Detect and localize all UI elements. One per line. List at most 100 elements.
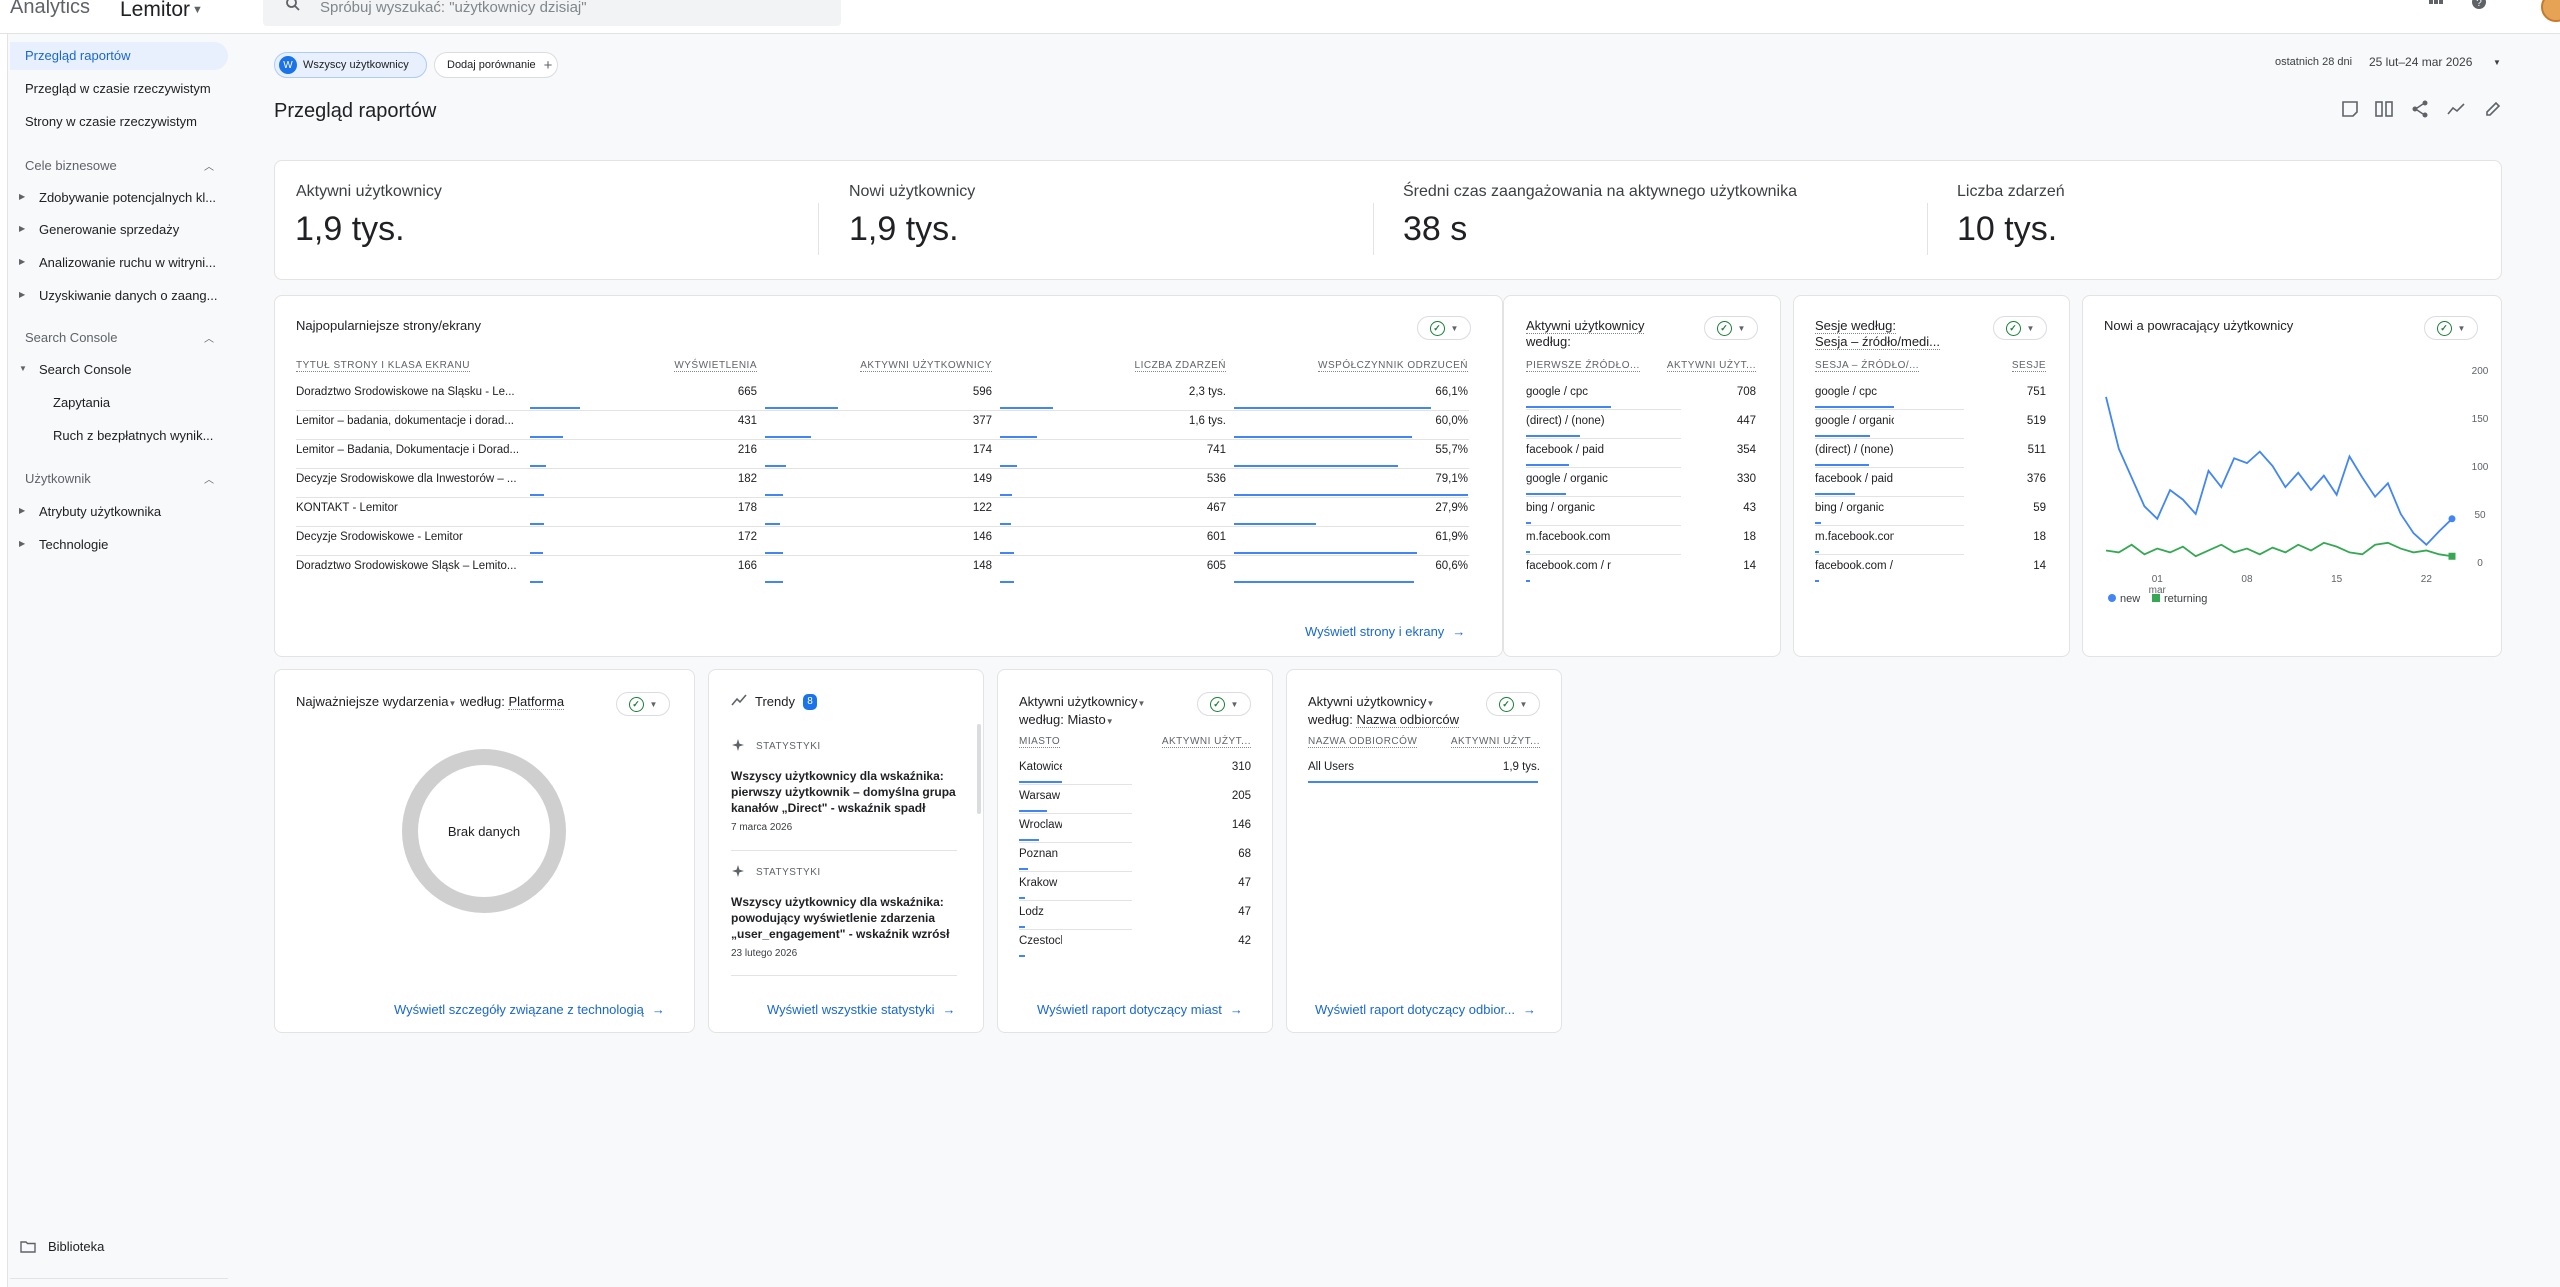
list-item-name[interactable]: facebook.com / refer... <box>1815 560 1894 572</box>
sidebar-item-organic-traffic[interactable]: Ruch z bezpłatnych wynik... <box>53 428 213 443</box>
status-dropdown[interactable]: ✓ ▼ <box>1704 316 1758 340</box>
list-item-name[interactable]: facebook / paid <box>1815 473 1894 485</box>
col-header-sessions[interactable]: SESJE <box>2011 360 2046 372</box>
list-item-name[interactable]: (direct) / (none) <box>1815 444 1894 456</box>
status-dropdown[interactable]: ✓ ▼ <box>616 692 670 716</box>
list-item-name[interactable]: Warsaw <box>1019 790 1062 802</box>
audience-title-dimension[interactable]: Nazwa odbiorców <box>1356 712 1460 728</box>
sidebar-item-realtime-pages[interactable]: Strony w czasie rzeczywistym <box>25 114 240 129</box>
col-header-active-users[interactable]: AKTYWNI UŻYT... <box>1666 360 1756 372</box>
expand-triangle-icon[interactable]: ▶ <box>19 257 25 266</box>
col-header-session-source[interactable]: SESJA – ŹRÓDŁO/... <box>1815 360 1920 372</box>
chevron-down-icon[interactable]: ▼ <box>1426 699 1434 708</box>
list-item-name[interactable]: Czestochowa <box>1019 935 1062 947</box>
page-title-cell[interactable]: Lemitor – badania, dokumentacje i dorad.… <box>296 415 521 427</box>
page-title-cell[interactable]: KONTAKT - Lemitor <box>296 502 521 514</box>
audience-title-metric[interactable]: Aktywni użytkownicy <box>1308 694 1426 709</box>
list-item-name[interactable]: Lodz <box>1019 906 1062 918</box>
status-dropdown[interactable]: ✓ ▼ <box>1993 316 2047 340</box>
all-users-chip[interactable]: W Wszyscy użytkownicy <box>274 52 427 78</box>
list-item-name[interactable]: m.facebook.com / re... <box>1526 531 1611 543</box>
list-item-name[interactable]: Poznan <box>1019 848 1062 860</box>
col-header-users[interactable]: AKTYWNI UŻYTKOWNICY <box>860 360 992 372</box>
view-audiences-link[interactable]: Wyświetl raport dotyczący odbior... → <box>1315 1002 1536 1017</box>
page-title-cell[interactable]: Decyzje Środowiskowe dla Inwestorów – ..… <box>296 473 521 485</box>
add-comparison-button[interactable]: Dodaj porównanie + <box>434 52 558 78</box>
status-dropdown[interactable]: ✓ ▼ <box>1486 692 1540 716</box>
expand-triangle-icon[interactable]: ▶ <box>19 539 25 548</box>
list-item-name[interactable]: Krakow <box>1019 877 1062 889</box>
compare-icon[interactable] <box>2373 98 2395 120</box>
insights-icon[interactable] <box>2445 98 2467 120</box>
expand-triangle-icon[interactable]: ▶ <box>19 224 25 233</box>
expand-triangle-icon[interactable]: ▶ <box>19 506 25 515</box>
col-header-title[interactable]: TYTUŁ STRONY I KLASA EKRANU <box>296 360 470 372</box>
search-input[interactable]: Spróbuj wyszukać: "użytkownicy dzisiaj" <box>263 0 841 26</box>
city-title-dimension[interactable]: Miasto <box>1067 712 1105 727</box>
page-title-cell[interactable]: Doradztwo Środowiskowe Śląsk – Lemito... <box>296 560 521 572</box>
col-header-active-users[interactable]: AKTYWNI UŻYT... <box>1450 736 1540 748</box>
section-search-console[interactable]: Search Console <box>25 330 118 345</box>
col-header-active-users[interactable]: AKTYWNI UŻYT... <box>1161 736 1251 748</box>
expand-triangle-icon[interactable]: ▶ <box>19 192 25 201</box>
section-user[interactable]: Użytkownik <box>25 471 91 486</box>
list-item-name[interactable]: (direct) / (none) <box>1526 415 1611 427</box>
list-item-name[interactable]: google / organic <box>1815 415 1894 427</box>
status-dropdown[interactable]: ✓ ▼ <box>1417 316 1471 340</box>
help-icon[interactable]: ? <box>2471 0 2487 10</box>
chevron-up-icon[interactable]: ︿ <box>204 471 214 486</box>
chevron-up-icon[interactable]: ︿ <box>204 330 214 345</box>
collapse-triangle-icon[interactable]: ▼ <box>19 364 27 373</box>
status-dropdown[interactable]: ✓ ▼ <box>2424 316 2478 340</box>
list-item-name[interactable]: google / organic <box>1526 473 1611 485</box>
page-title-cell[interactable]: Doradztwo Środowiskowe na Śląsku - Le... <box>296 386 521 398</box>
list-item-name[interactable]: bing / organic <box>1526 502 1611 514</box>
view-pages-link[interactable]: Wyświetl strony i ekrany → <box>1305 624 1465 639</box>
sidebar-item-reports-overview[interactable]: Przegląd raportów <box>10 42 228 70</box>
col-header-events[interactable]: LICZBA ZDARZEŃ <box>1134 360 1226 372</box>
col-header-views[interactable]: WYŚWIETLENIA <box>674 360 757 372</box>
sidebar-item-queries[interactable]: Zapytania <box>53 395 110 410</box>
chevron-down-icon[interactable]: ▼ <box>1106 717 1114 726</box>
insight-text[interactable]: Wszyscy użytkownicy dla wskaźnika: pierw… <box>731 768 956 816</box>
list-item-name[interactable]: Wroclaw <box>1019 819 1062 831</box>
edit-icon[interactable] <box>2482 98 2504 120</box>
date-range[interactable]: 25 lut–24 mar 2026 <box>2369 55 2472 69</box>
sidebar-item-search-console[interactable]: Search Console <box>39 362 227 377</box>
list-item-name[interactable]: google / cpc <box>1526 386 1611 398</box>
apps-grid-icon[interactable] <box>2428 0 2444 10</box>
sidebar-item-leads[interactable]: Zdobywanie potencjalnych kl... <box>39 190 227 205</box>
col-header-first-source[interactable]: PIERWSZE ŹRÓDŁO... <box>1526 360 1640 372</box>
chevron-down-icon[interactable]: ▼ <box>1137 699 1145 708</box>
expand-triangle-icon[interactable]: ▶ <box>19 290 25 299</box>
sidebar-item-sales[interactable]: Generowanie sprzedaży <box>39 222 227 237</box>
col-header-audience[interactable]: NAZWA ODBIORCÓW <box>1308 736 1418 748</box>
page-title-cell[interactable]: Decyzje Środowiskowe - Lemitor <box>296 531 521 543</box>
list-item-name[interactable]: google / cpc <box>1815 386 1894 398</box>
sidebar-item-user-attributes[interactable]: Atrybuty użytkownika <box>39 504 227 519</box>
sidebar-item-engagement[interactable]: Uzyskiwanie danych o zaang... <box>39 288 227 303</box>
events-title-dimension[interactable]: Platforma <box>508 694 565 710</box>
events-title-metric[interactable]: Najważniejsze wydarzenia <box>296 694 448 709</box>
insight-text[interactable]: Wszyscy użytkownicy dla wskaźnika: powod… <box>731 894 956 942</box>
view-tech-link[interactable]: Wyświetl szczegóły związane z technologi… <box>394 1002 665 1017</box>
sidebar-item-library[interactable]: Biblioteka <box>48 1239 236 1254</box>
property-selector[interactable]: Lemitor ▼ <box>120 0 203 22</box>
city-title-metric[interactable]: Aktywni użytkownicy <box>1019 694 1137 709</box>
chevron-down-icon[interactable]: ▼ <box>448 699 456 708</box>
page-title-cell[interactable]: Lemitor – Badania, Dokumentacje i Dorad.… <box>296 444 521 456</box>
list-item-name[interactable]: m.facebook.com / re... <box>1815 531 1894 543</box>
section-business-goals[interactable]: Cele biznesowe <box>25 158 117 173</box>
avatar[interactable] <box>2541 0 2560 22</box>
view-insights-link[interactable]: Wyświetl wszystkie statystyki → <box>767 1002 955 1017</box>
list-item-name[interactable]: facebook.com / refer... <box>1526 560 1611 572</box>
sidebar-item-realtime-overview[interactable]: Przegląd w czasie rzeczywistym <box>25 81 240 96</box>
list-item-name[interactable]: Katowice <box>1019 761 1062 773</box>
view-cities-link[interactable]: Wyświetl raport dotyczący miast → <box>1037 1002 1243 1017</box>
list-item-name[interactable]: facebook / paid <box>1526 444 1611 456</box>
chevron-up-icon[interactable]: ︿ <box>204 158 214 173</box>
status-dropdown[interactable]: ✓ ▼ <box>1197 692 1251 716</box>
share-icon[interactable] <box>2409 98 2431 120</box>
notes-icon[interactable] <box>2339 98 2361 120</box>
col-header-bounce[interactable]: WSPÓŁCZYNNIK ODRZUCEŃ <box>1318 360 1468 372</box>
